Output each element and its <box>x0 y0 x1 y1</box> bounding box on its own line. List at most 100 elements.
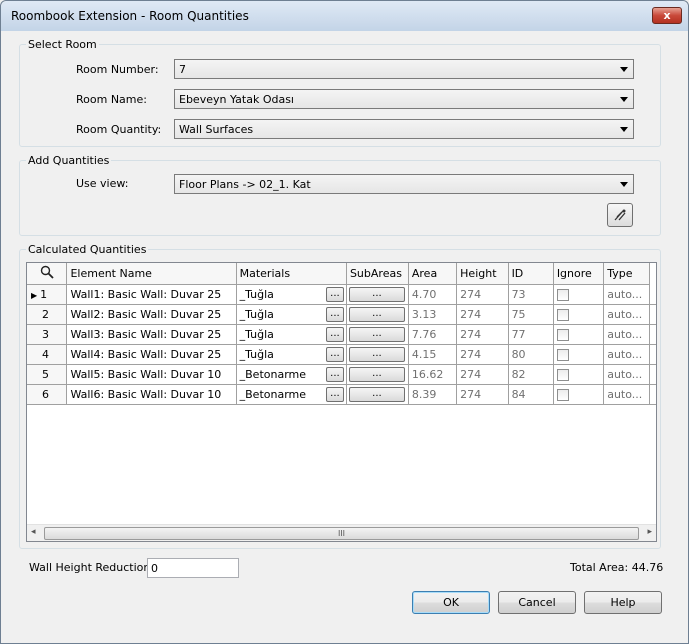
column-header-search[interactable] <box>27 263 68 285</box>
cell-filler <box>649 384 656 405</box>
cell-type[interactable]: auto... <box>603 344 650 365</box>
cell-subareas[interactable]: ... <box>346 324 409 345</box>
cell-type[interactable]: auto... <box>603 284 650 305</box>
row-header[interactable]: 3 <box>27 324 68 345</box>
cell-area: 4.15 <box>408 344 458 365</box>
material-value: _Betonarme <box>239 387 307 401</box>
cell-materials[interactable]: _Tuğla... <box>236 304 347 325</box>
cell-id: 75 <box>508 304 554 325</box>
cell-element-name[interactable]: Wall1: Basic Wall: Duvar 25 <box>66 284 237 305</box>
column-header-type[interactable]: Type <box>603 263 650 285</box>
table-header-row: Element Name Materials SubAreas Area Hei… <box>27 263 656 285</box>
cell-subareas[interactable]: ... <box>346 364 409 385</box>
cell-height: 274 <box>456 284 509 305</box>
room-number-value: 7 <box>179 63 186 76</box>
cell-materials[interactable]: _Tuğla... <box>236 344 347 365</box>
subareas-button[interactable]: ... <box>348 306 405 322</box>
column-header-area[interactable]: Area <box>408 263 458 285</box>
use-view-combo[interactable]: Floor Plans -> 02_1. Kat <box>174 174 634 194</box>
column-header-ignore[interactable]: Ignore <box>553 263 605 285</box>
row-number: 5 <box>42 367 49 381</box>
column-header-subareas[interactable]: SubAreas <box>346 263 409 285</box>
ignore-checkbox[interactable] <box>556 308 569 321</box>
cell-subareas[interactable]: ... <box>346 304 409 325</box>
cell-materials[interactable]: _Tuğla... <box>236 284 347 305</box>
scroll-left-icon[interactable]: ◂ <box>31 527 36 537</box>
wall-height-reduction-input[interactable]: 0 <box>147 558 239 578</box>
subareas-button[interactable]: ... <box>348 326 405 342</box>
materials-browse-button[interactable]: ... <box>325 346 344 362</box>
cell-element-name[interactable]: Wall2: Basic Wall: Duvar 25 <box>66 304 237 325</box>
cell-subareas[interactable]: ... <box>346 284 409 305</box>
materials-browse-button[interactable]: ... <box>325 386 344 402</box>
row-header[interactable]: 6 <box>27 384 68 405</box>
cell-id: 77 <box>508 324 554 345</box>
pick-elements-button[interactable] <box>607 203 633 227</box>
current-row-marker: ▶ <box>31 290 38 300</box>
room-number-combo[interactable]: 7 <box>174 59 634 79</box>
cell-height: 274 <box>456 364 509 385</box>
ignore-checkbox[interactable] <box>556 288 569 301</box>
row-header[interactable]: ▶ 1 <box>27 284 68 305</box>
material-value: _Tuğla <box>239 327 274 341</box>
help-button[interactable]: Help <box>584 591 662 614</box>
materials-browse-button[interactable]: ... <box>325 326 344 342</box>
cell-filler <box>649 364 656 385</box>
ignore-checkbox[interactable] <box>556 388 569 401</box>
cell-materials[interactable]: _Tuğla... <box>236 324 347 345</box>
cell-type[interactable]: auto... <box>603 304 650 325</box>
subareas-button[interactable]: ... <box>348 286 405 302</box>
column-header-element-name[interactable]: Element Name <box>66 263 237 285</box>
cancel-button[interactable]: Cancel <box>498 591 576 614</box>
subareas-button[interactable]: ... <box>348 346 405 362</box>
table-row[interactable]: 5 Wall5: Basic Wall: Duvar 10 _Betonarme..… <box>27 364 656 385</box>
ignore-checkbox[interactable] <box>556 348 569 361</box>
room-number-label: Room Number: <box>76 63 159 76</box>
ignore-checkbox[interactable] <box>556 328 569 341</box>
column-header-materials[interactable]: Materials <box>236 263 347 285</box>
cell-materials[interactable]: _Betonarme... <box>236 384 347 405</box>
horizontal-scrollbar[interactable]: ◂ III ▸ <box>27 524 656 541</box>
row-header[interactable]: 5 <box>27 364 68 385</box>
ok-button[interactable]: OK <box>412 591 490 614</box>
subareas-button[interactable]: ... <box>348 366 405 382</box>
materials-browse-button[interactable]: ... <box>325 306 344 322</box>
cell-materials[interactable]: _Betonarme... <box>236 364 347 385</box>
cell-type[interactable]: auto... <box>603 324 650 345</box>
table-row[interactable]: 3 Wall3: Basic Wall: Duvar 25 _Tuğla......… <box>27 324 656 345</box>
row-header[interactable]: 4 <box>27 344 68 365</box>
cell-element-name[interactable]: Wall5: Basic Wall: Duvar 10 <box>66 364 237 385</box>
cell-element-name[interactable]: Wall3: Basic Wall: Duvar 25 <box>66 324 237 345</box>
cell-type[interactable]: auto... <box>603 364 650 385</box>
cell-element-name[interactable]: Wall6: Basic Wall: Duvar 10 <box>66 384 237 405</box>
table-row[interactable]: 6 Wall6: Basic Wall: Duvar 10 _Betonarme..… <box>27 384 656 405</box>
cell-subareas[interactable]: ... <box>346 384 409 405</box>
cell-element-name[interactable]: Wall4: Basic Wall: Duvar 25 <box>66 344 237 365</box>
close-button[interactable]: x <box>652 7 682 24</box>
ok-button-label: OK <box>443 596 459 609</box>
room-name-label: Room Name: <box>76 93 147 106</box>
cell-type[interactable]: auto... <box>603 384 650 405</box>
table-row[interactable]: ▶ 1 Wall1: Basic Wall: Duvar 25 _Tuğla.....… <box>27 284 656 305</box>
column-header-height[interactable]: Height <box>456 263 509 285</box>
materials-browse-button[interactable]: ... <box>325 366 344 382</box>
table-row[interactable]: 2 Wall2: Basic Wall: Duvar 25 _Tuğla......… <box>27 304 656 325</box>
scroll-right-icon[interactable]: ▸ <box>647 527 652 537</box>
scrollbar-thumb[interactable]: III <box>44 527 639 540</box>
column-header-id[interactable]: ID <box>508 263 554 285</box>
window-title: Roombook Extension - Room Quantities <box>11 9 249 23</box>
ignore-checkbox[interactable] <box>556 368 569 381</box>
cell-filler <box>649 324 656 345</box>
cell-ignore <box>553 384 605 405</box>
quantities-grid[interactable]: Element Name Materials SubAreas Area Hei… <box>26 262 657 542</box>
chevron-down-icon <box>620 67 628 72</box>
cell-subareas[interactable]: ... <box>346 344 409 365</box>
title-bar[interactable]: Roombook Extension - Room Quantities x <box>1 1 688 31</box>
room-quantity-combo[interactable]: Wall Surfaces <box>174 119 634 139</box>
subareas-button[interactable]: ... <box>348 386 405 402</box>
table-row[interactable]: 4 Wall4: Basic Wall: Duvar 25 _Tuğla......… <box>27 344 656 365</box>
row-header[interactable]: 2 <box>27 304 68 325</box>
cell-height: 274 <box>456 304 509 325</box>
room-name-combo[interactable]: Ebeveyn Yatak Odası <box>174 89 634 109</box>
materials-browse-button[interactable]: ... <box>325 286 344 302</box>
